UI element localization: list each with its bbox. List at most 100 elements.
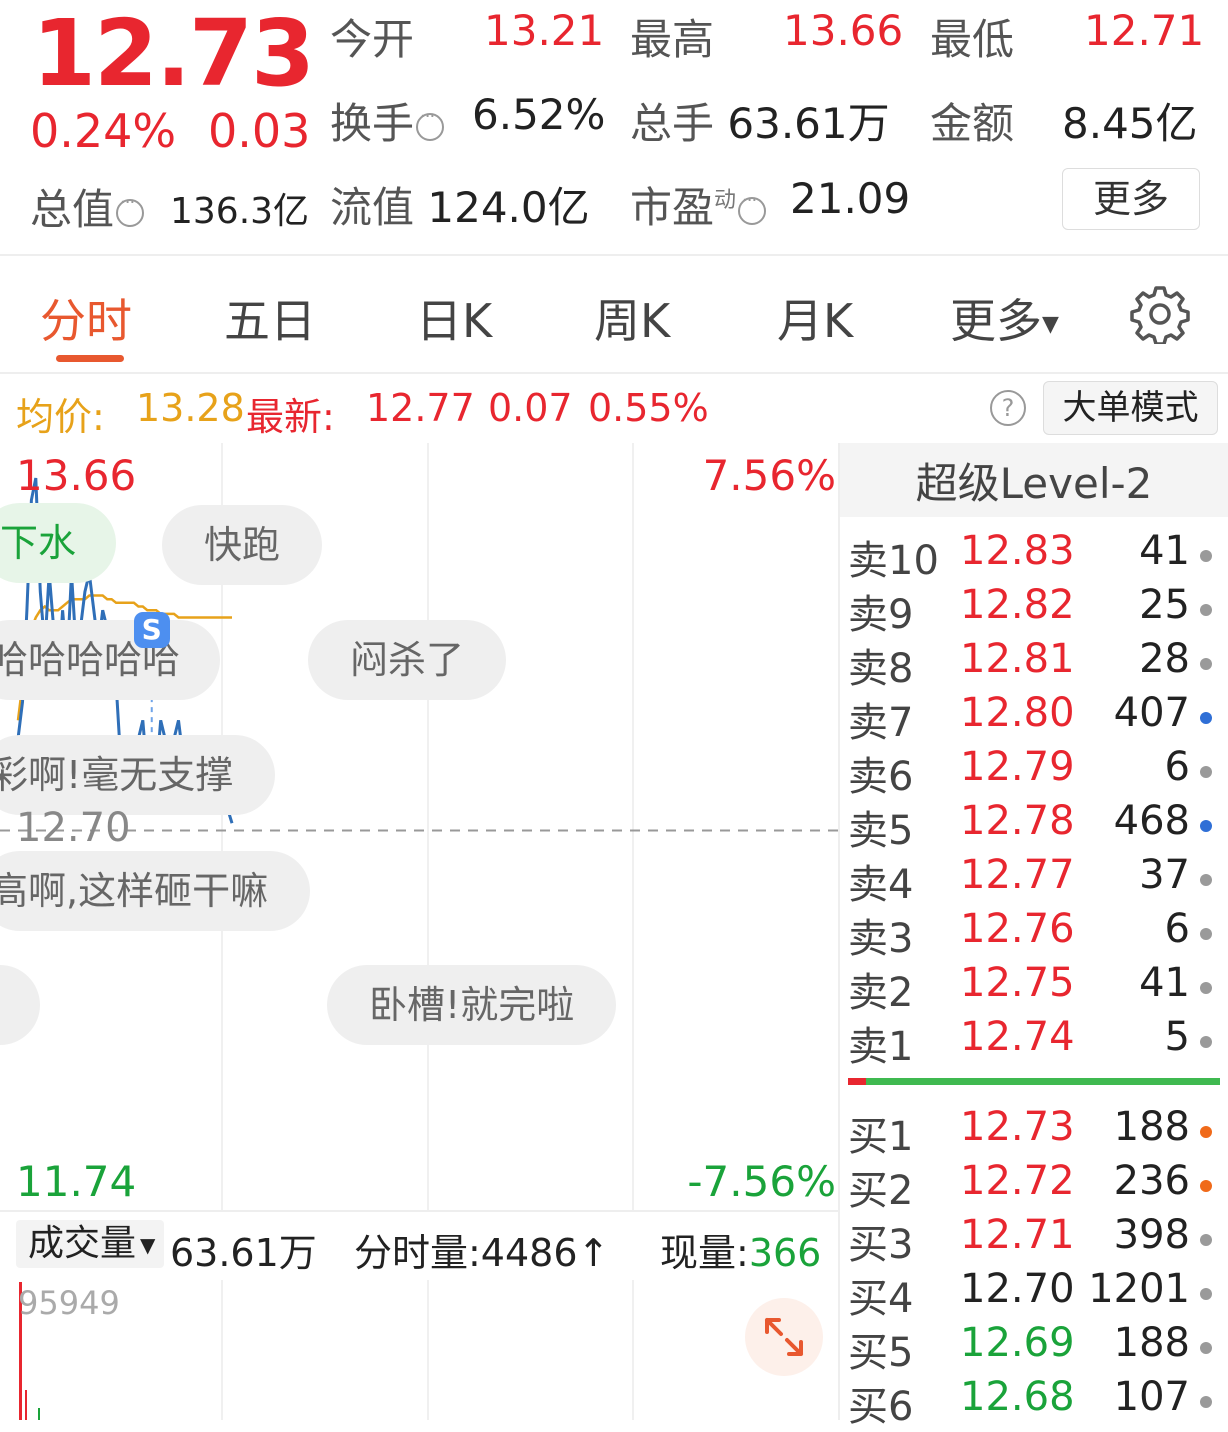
more-button[interactable]: 更多: [1062, 168, 1200, 230]
tab-daily-k[interactable]: 日K: [416, 285, 492, 351]
s-marker-badge[interactable]: S: [133, 612, 170, 649]
order-price: 12.73: [960, 1104, 1075, 1150]
volume-chart[interactable]: 95949: [16, 1280, 838, 1420]
high-label: 最高: [630, 15, 715, 64]
more-info-icon[interactable]: [116, 192, 145, 227]
ask-row[interactable]: 卖1 12.74 5: [848, 1014, 1220, 1070]
order-level-label: 卖10: [848, 538, 939, 584]
intraday-chart[interactable]: 下水 快跑 哈哈哈哈哈 闷杀了 彩啊!毫无支撑 高啊,这样砸干嘛 卧槽!就完啦 …: [0, 443, 838, 1211]
pct-max-label: 7.56%: [702, 451, 836, 500]
expand-icon[interactable]: [745, 1298, 823, 1376]
gear-icon[interactable]: [1130, 284, 1190, 348]
latest-change: 0.07: [488, 386, 573, 430]
ask-row[interactable]: 卖3 12.76 6: [848, 906, 1220, 962]
ask-row[interactable]: 卖5 12.78 468: [848, 798, 1220, 854]
volume-indicator-selector[interactable]: 成交量 ▼: [16, 1220, 164, 1268]
order-level-label: 买2: [848, 1168, 914, 1214]
tab-five-day[interactable]: 五日: [224, 285, 316, 351]
order-level-label: 卖2: [848, 970, 914, 1016]
danmaku-bubble[interactable]: 闷杀了: [308, 620, 507, 700]
big-order-mode-button[interactable]: 大单模式: [1043, 381, 1218, 435]
ask-row[interactable]: 卖8 12.81 28: [848, 636, 1220, 692]
low-value: 12.71: [1084, 6, 1205, 55]
tab-monthly-k[interactable]: 月K: [777, 285, 853, 351]
caret-down-icon: ▼: [140, 1233, 156, 1257]
current-volume: 现量:366: [660, 1222, 821, 1277]
order-dot-icon: [1200, 766, 1212, 778]
divider: [838, 443, 840, 1420]
volume-value: 63.61万: [727, 99, 890, 148]
order-volume: 188: [1113, 1320, 1190, 1366]
latest-pct: 0.55%: [588, 386, 709, 430]
order-dot-icon: [1200, 1288, 1212, 1300]
ask-row[interactable]: 卖7 12.80 407: [848, 690, 1220, 746]
bid-row[interactable]: 买2 12.72 236: [848, 1158, 1220, 1214]
caret-down-icon: ▼: [1042, 312, 1059, 337]
tab-more[interactable]: 更多▼: [950, 285, 1059, 351]
bid-row[interactable]: 买4 12.70 1201: [848, 1266, 1220, 1322]
turnover-metric[interactable]: 换手: [330, 90, 445, 151]
tick-volume: 分时量:4486↑: [354, 1231, 610, 1275]
change-amount: 0.03: [208, 104, 311, 158]
order-dot-icon: [1200, 928, 1212, 940]
order-level-label: 卖7: [848, 700, 914, 746]
volume-max-label: 95949: [18, 1284, 120, 1322]
help-icon[interactable]: ?: [990, 390, 1026, 426]
latest-price-label: 最新:: [246, 395, 335, 439]
more-info-icon[interactable]: [416, 106, 445, 141]
order-volume: 468: [1113, 798, 1190, 844]
order-price: 12.76: [960, 906, 1075, 952]
order-dot-icon: [1200, 820, 1212, 832]
bid-row[interactable]: 买1 12.73 188: [848, 1104, 1220, 1160]
order-volume: 28: [1139, 636, 1190, 682]
float-metric: 流值 124.0亿: [330, 174, 590, 235]
low-label: 最低: [930, 15, 1015, 64]
order-dot-icon: [1200, 550, 1212, 562]
pe-label: 市盈: [630, 183, 715, 232]
ask-row[interactable]: 卖4 12.77 37: [848, 852, 1220, 908]
order-dot-icon: [1200, 1342, 1212, 1354]
danmaku-bubble[interactable]: 卧槽!就完啦: [327, 965, 617, 1045]
tab-intraday[interactable]: 分时: [40, 285, 132, 351]
y-max-label: 13.66: [16, 451, 137, 500]
order-level-label: 卖6: [848, 754, 914, 800]
order-level-label: 买4: [848, 1276, 914, 1322]
order-volume: 6: [1164, 744, 1190, 790]
danmaku-bubble[interactable]: 高啊,这样砸干嘛: [0, 851, 311, 931]
ask-row[interactable]: 卖6 12.79 6: [848, 744, 1220, 800]
order-dot-icon: [1200, 1180, 1212, 1192]
order-price: 12.82: [960, 582, 1075, 628]
order-price: 12.72: [960, 1158, 1075, 1204]
danmaku-bubble[interactable]: 下水: [0, 503, 117, 583]
ask-row[interactable]: 卖10 12.83 41: [848, 528, 1220, 584]
order-volume: 398: [1113, 1212, 1190, 1258]
order-volume: 236: [1113, 1158, 1190, 1204]
mktcap-metric[interactable]: 总值: [30, 176, 145, 237]
level2-title[interactable]: 超级Level-2: [840, 443, 1228, 517]
current-volume-value: 366: [748, 1231, 822, 1275]
order-dot-icon: [1200, 604, 1212, 616]
danmaku-bubble[interactable]: 哈哈哈哈哈: [0, 620, 221, 700]
danmaku-bubble[interactable]: 彩啊!毫无支撑: [0, 735, 276, 815]
volume-metric: 总手 63.61万: [630, 90, 890, 151]
order-level-label: 卖4: [848, 862, 914, 908]
ask-row[interactable]: 卖9 12.82 25: [848, 582, 1220, 638]
ask-row[interactable]: 卖2 12.75 41: [848, 960, 1220, 1016]
order-volume: 37: [1139, 852, 1190, 898]
open-value: 13.21: [484, 6, 605, 55]
current-volume-label: 现量:: [660, 1231, 749, 1275]
danmaku-bubble[interactable]: 快跑: [162, 505, 323, 585]
order-level-label: 卖8: [848, 646, 914, 692]
bid-row[interactable]: 买5 12.69 188: [848, 1320, 1220, 1376]
float-value: 124.0亿: [427, 183, 590, 232]
y-min-label: 11.74: [16, 1157, 137, 1206]
order-level-label: 卖3: [848, 916, 914, 962]
tab-weekly-k[interactable]: 周K: [594, 285, 670, 351]
ref-price-label: 12.70: [16, 805, 131, 851]
order-price: 12.77: [960, 852, 1075, 898]
order-volume: 25: [1139, 582, 1190, 628]
volume-total: 63.61万: [170, 1231, 317, 1275]
pe-metric[interactable]: 市盈动: [630, 174, 767, 235]
more-info-icon[interactable]: [738, 190, 767, 225]
bid-row[interactable]: 买3 12.71 398: [848, 1212, 1220, 1268]
